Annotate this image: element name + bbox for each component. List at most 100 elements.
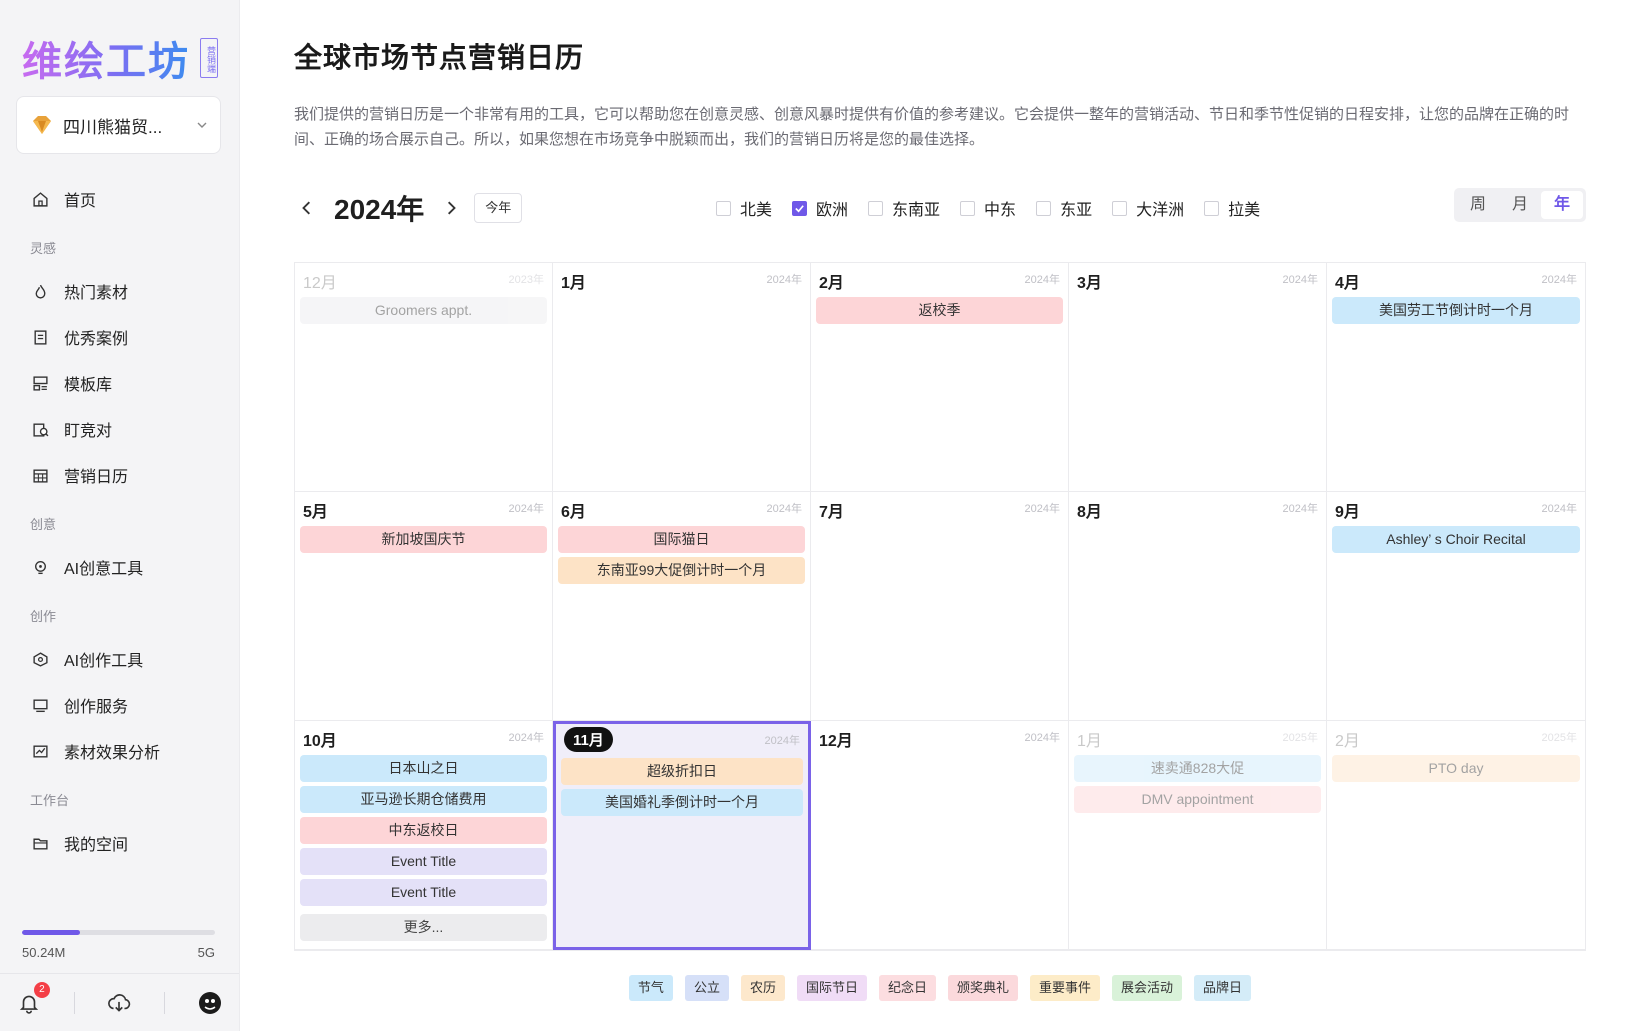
event-chip[interactable]: 美国婚礼季倒计时一个月 — [561, 789, 803, 816]
company-selector[interactable]: 四川熊猫贸... — [16, 96, 221, 154]
sidebar-item-label: 素材效果分析 — [64, 745, 161, 762]
next-year-button[interactable] — [438, 195, 464, 221]
month-cell[interactable]: 6月 2024年 国际猫日 东南亚99大促倒计时一个月 — [553, 492, 811, 721]
avatar[interactable] — [197, 990, 223, 1016]
view-month-button[interactable]: 月 — [1499, 191, 1541, 219]
download-cloud-icon[interactable] — [106, 990, 132, 1016]
month-cell[interactable]: 12月 2024年 — [811, 721, 1069, 950]
sidebar-item-templates[interactable]: 模板库 — [0, 360, 239, 406]
month-name: 1月 — [1077, 733, 1102, 750]
event-chip[interactable]: DMV appointment — [1074, 786, 1321, 813]
sidebar-item-home[interactable]: 首页 — [0, 176, 239, 222]
month-year: 2024年 — [508, 732, 544, 744]
calendar-icon — [30, 465, 50, 485]
storage-total: 5G — [197, 945, 215, 960]
this-year-button[interactable]: 今年 — [474, 193, 523, 223]
divider — [164, 991, 166, 1014]
sidebar: 维绘工坊 营销端 四川熊猫贸... 首页 灵感 热门素材 优秀案例 模板库 盯竞… — [0, 0, 240, 1031]
bulb-icon — [30, 557, 50, 577]
month-name: 1月 — [561, 275, 586, 292]
sidebar-item-label: AI创作工具 — [64, 653, 144, 670]
sidebar-item-cases[interactable]: 优秀案例 — [0, 314, 239, 360]
month-cell[interactable]: 2月 2024年 返校季 — [811, 263, 1069, 492]
event-chip[interactable]: Ashley’ s Choir Recital — [1332, 526, 1580, 553]
event-chip[interactable]: 国际猫日 — [558, 526, 805, 553]
month-name: 7月 — [819, 504, 844, 521]
bell-icon[interactable]: 2 — [16, 981, 50, 1016]
sidebar-item-competitors[interactable]: 盯竞对 — [0, 406, 239, 452]
calendar-grid: 12月 2023年 Groomers appt. 1月 2024年 2月 2024年 返校季 3… — [294, 262, 1586, 951]
event-chip[interactable]: 超级折扣日 — [561, 758, 803, 785]
checkbox-icon[interactable] — [1112, 200, 1128, 216]
region-checkbox[interactable]: 拉美 — [1204, 196, 1260, 220]
sidebar-item-ai-creative[interactable]: AI创意工具 — [0, 544, 239, 590]
checkbox-icon[interactable] — [868, 200, 884, 216]
region-checkbox[interactable]: 大洋洲 — [1112, 196, 1184, 220]
view-week-button[interactable]: 周 — [1457, 191, 1499, 219]
month-cell[interactable]: 12月 2023年 Groomers appt. — [295, 263, 553, 492]
sidebar-item-hot-materials[interactable]: 热门素材 — [0, 268, 239, 314]
legend-tag[interactable]: 展会活动 — [1112, 975, 1183, 1001]
month-cell[interactable]: 1月 2025年速卖通828大促 DMV appointment — [1069, 721, 1327, 950]
legend-tag[interactable]: 节气 — [628, 975, 673, 1001]
event-chip[interactable]: 新加坡国庆节 — [300, 526, 547, 553]
sidebar-item-ai-create[interactable]: AI创作工具 — [0, 636, 239, 682]
logo[interactable]: 维绘工坊 营销端 — [0, 0, 239, 92]
month-name: 8月 — [1077, 504, 1102, 521]
flame-icon — [30, 281, 50, 301]
month-cell[interactable]: 11月 2024年 超级折扣日 美国婚礼季倒计时一个月 — [553, 721, 811, 950]
month-cell[interactable]: 4月 2024年 美国劳工节倒计时一个月 — [1327, 263, 1585, 492]
page-description: 我们提供的营销日历是一个非常有用的工具，它可以帮助您在创意灵感、创意风暴时提供有… — [294, 106, 1570, 148]
view-year-button[interactable]: 年 — [1541, 191, 1583, 219]
event-chip[interactable]: 亚马逊长期仓储费用 — [300, 786, 547, 813]
storage-bar — [22, 930, 215, 935]
sidebar-item-calendar[interactable]: 营销日历 — [0, 452, 239, 498]
legend-tag[interactable]: 品牌日 — [1194, 975, 1252, 1001]
legend-tag[interactable]: 重要事件 — [1030, 975, 1101, 1001]
checkbox-icon[interactable] — [1204, 200, 1220, 216]
region-checkbox[interactable]: 东南亚 — [868, 196, 940, 220]
diamond-icon — [33, 116, 51, 134]
legend-tag[interactable]: 颁奖典礼 — [948, 975, 1019, 1001]
sidebar-item-create-service[interactable]: 创作服务 — [0, 682, 239, 728]
month-year: 2024年 — [1024, 503, 1060, 515]
legend-tag[interactable]: 纪念日 — [878, 975, 936, 1001]
month-cell[interactable]: 8月 2024年 — [1069, 492, 1327, 721]
month-cell[interactable]: 2月 2025年 PTO day — [1327, 721, 1585, 950]
event-chip[interactable]: 返校季 — [816, 297, 1063, 324]
sidebar-nav: 首页 灵感 热门素材 优秀案例 模板库 盯竞对 营销日历 创意 AI创意工具 创… — [0, 176, 239, 866]
event-chip[interactable]: 中东返校日 — [300, 817, 547, 844]
checkbox-checked-icon[interactable] — [792, 200, 808, 216]
month-cell[interactable]: 5月 2024年 新加坡国庆节 — [295, 492, 553, 721]
event-chip[interactable]: Event Title — [300, 848, 547, 875]
checkbox-icon[interactable] — [716, 200, 731, 216]
month-year: 2024年 — [1282, 503, 1318, 515]
month-cell[interactable]: 9月 2024年 Ashley’ s Choir Recital — [1327, 492, 1585, 721]
month-cell[interactable]: 7月 2024年 — [811, 492, 1069, 721]
month-cell[interactable]: 3月 2024年 — [1069, 263, 1327, 492]
prev-year-button[interactable] — [294, 195, 320, 221]
event-chip[interactable]: 速卖通828大促 — [1074, 755, 1321, 782]
event-chip[interactable]: PTO day — [1332, 755, 1580, 782]
legend-tag[interactable]: 公立 — [684, 975, 729, 1001]
month-year: 2025年 — [1282, 732, 1318, 744]
region-checkbox[interactable]: 中东 — [960, 196, 1016, 220]
month-cell[interactable]: 10月 2024年 日本山之日 亚马逊长期仓储费用 中东返校日 Event Title Ev… — [295, 721, 553, 950]
event-chip[interactable]: 美国劳工节倒计时一个月 — [1332, 297, 1580, 324]
region-checkbox[interactable]: 欧洲 — [792, 196, 848, 220]
legend-tag[interactable]: 国际节日 — [796, 975, 867, 1001]
region-checkbox[interactable]: 北美 — [716, 196, 772, 220]
checkbox-icon[interactable] — [1036, 200, 1052, 216]
sidebar-item-material-analysis[interactable]: 素材效果分析 — [0, 728, 239, 774]
region-checkbox[interactable]: 东亚 — [1036, 196, 1092, 220]
more-events-button[interactable]: 更多... — [300, 914, 547, 941]
event-chip[interactable]: Event Title — [300, 879, 547, 906]
event-chip[interactable]: Groomers appt. — [300, 297, 547, 324]
checkbox-icon[interactable] — [960, 200, 976, 216]
event-chip[interactable]: 日本山之日 — [300, 755, 547, 782]
sidebar-item-my-space[interactable]: 我的空间 — [0, 820, 239, 866]
event-chip[interactable]: 东南亚99大促倒计时一个月 — [558, 557, 805, 584]
legend-tag[interactable]: 农历 — [740, 975, 785, 1001]
month-cell[interactable]: 1月 2024年 — [553, 263, 811, 492]
home-icon — [30, 189, 50, 209]
